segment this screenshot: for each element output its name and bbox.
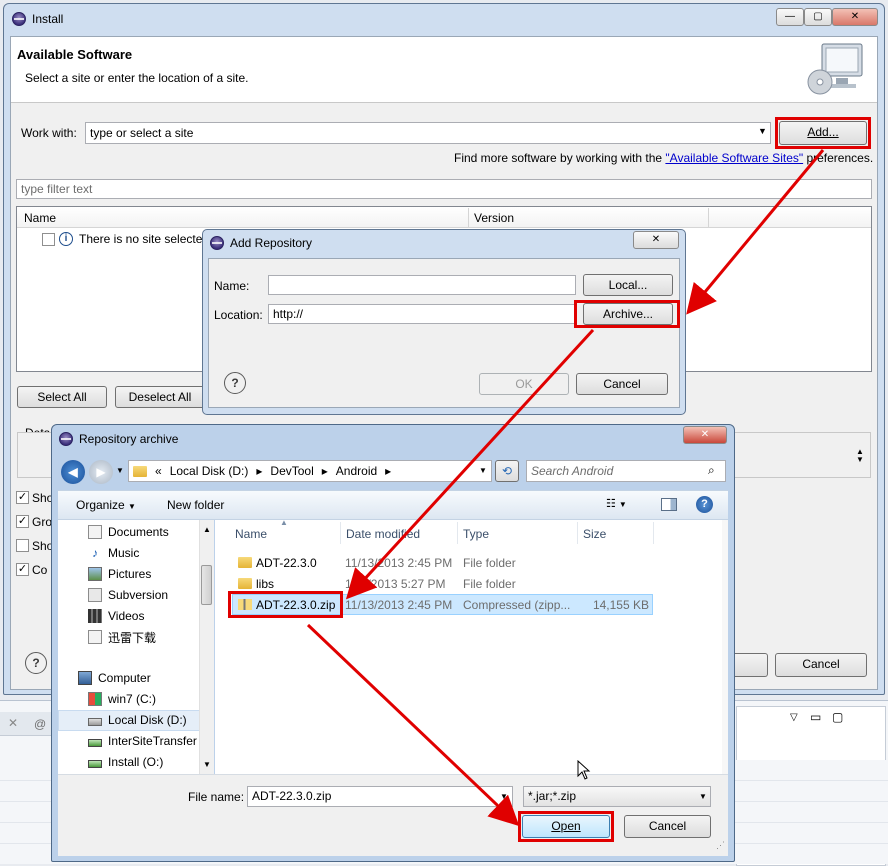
annotation-arrow-add-to-archive bbox=[686, 149, 825, 315]
annotation-arrows bbox=[306, 149, 825, 827]
annotation-arrow-zip-to-open bbox=[306, 623, 520, 827]
annotation-arrow-archive-to-zip bbox=[345, 328, 595, 600]
